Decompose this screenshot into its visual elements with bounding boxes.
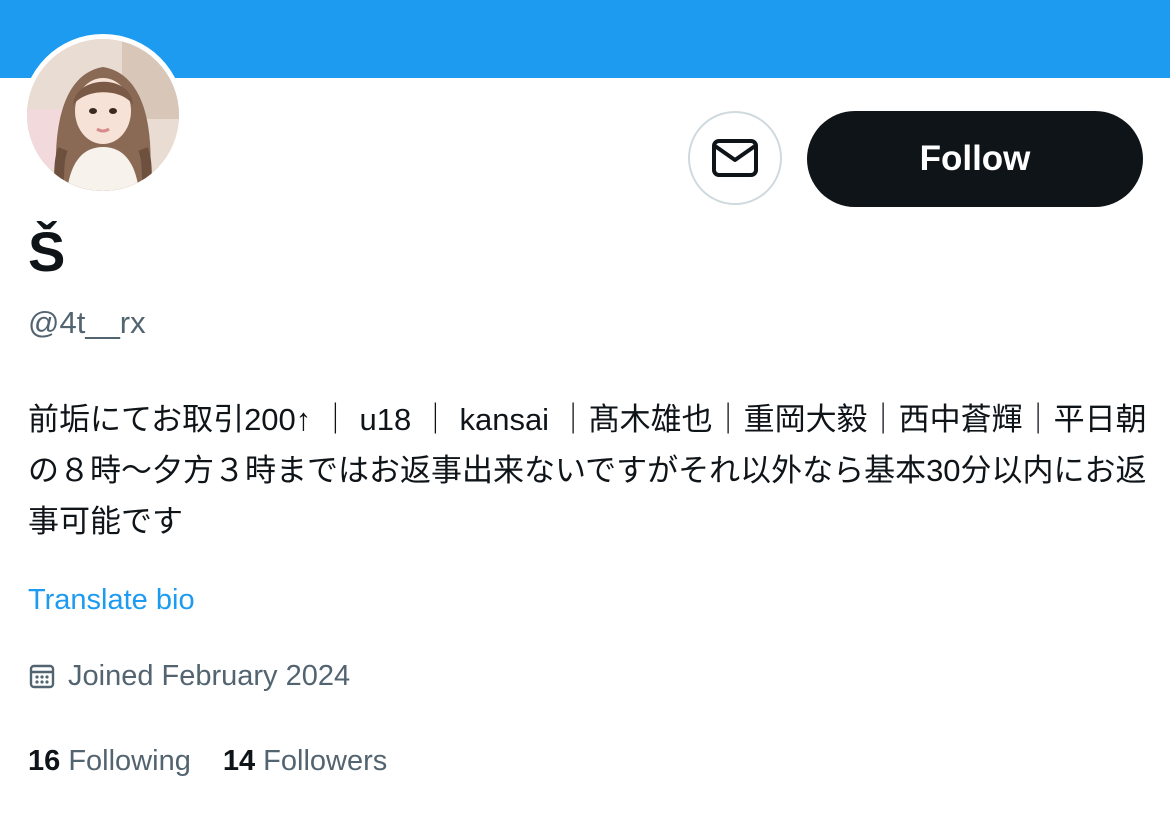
follow-button[interactable]: Follow bbox=[807, 111, 1143, 207]
following-count: 16 bbox=[28, 745, 61, 777]
profile-banner[interactable] bbox=[0, 0, 1170, 78]
avatar-illustration bbox=[27, 39, 179, 191]
following-label: Following bbox=[68, 745, 191, 777]
followers-link[interactable]: 14 Followers bbox=[223, 740, 387, 782]
followers-count: 14 bbox=[222, 745, 256, 777]
profile-bio: 前垢にてお取引200↑ ｜ u18 ｜ kansai ｜髙木雄也｜重岡大毅｜西中… bbox=[28, 402, 1147, 539]
translate-bio-link[interactable]: Translate bio bbox=[28, 580, 195, 620]
envelope-icon bbox=[712, 139, 758, 177]
following-link[interactable]: 16 Following bbox=[28, 740, 191, 782]
user-handle: @4t__rx bbox=[28, 305, 146, 340]
joined-text: Joined February 2024 bbox=[68, 660, 351, 692]
follow-stats: 16 Following 14 Followers bbox=[28, 740, 387, 782]
profile-page: Follow Š @4t__rx 前垢にてお取引200↑ ｜ u18 ｜ kan… bbox=[0, 0, 1170, 814]
joined-date: Joined February 2024 bbox=[28, 656, 350, 696]
display-name: Š bbox=[28, 220, 66, 283]
message-button[interactable] bbox=[688, 111, 782, 205]
calendar-icon bbox=[29, 664, 55, 689]
followers-label: Followers bbox=[263, 745, 388, 777]
avatar[interactable] bbox=[22, 34, 184, 196]
avatar-photo bbox=[27, 39, 179, 191]
